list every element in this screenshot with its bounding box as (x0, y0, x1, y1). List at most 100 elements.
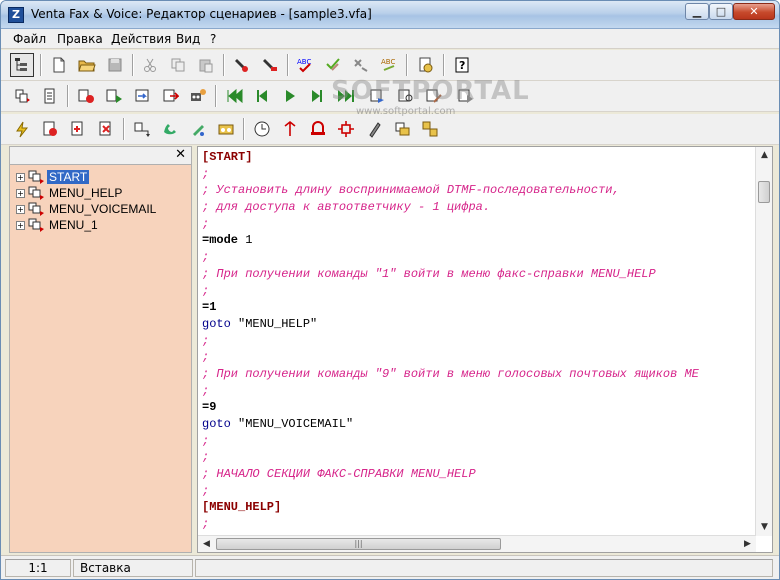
code-line[interactable]: =mode 1 (202, 232, 754, 249)
record-voice-button[interactable] (74, 84, 98, 108)
code-line[interactable]: goto "MENU_VOICEMAIL" (202, 416, 754, 433)
scroll-left-icon[interactable]: ◀ (198, 536, 215, 552)
command-delete-button[interactable] (94, 117, 118, 141)
code-line[interactable]: ; (202, 483, 754, 500)
vertical-scrollbar[interactable]: ▲ ▼ (755, 147, 772, 536)
erase-button[interactable] (258, 53, 282, 77)
command-branch-button[interactable] (278, 117, 302, 141)
script-editor[interactable]: [START]; ; Установить длину воспринимаемо… (197, 146, 773, 553)
scroll-up-icon[interactable]: ▲ (756, 147, 772, 164)
code-line[interactable]: ; (202, 216, 754, 233)
command-memo-button[interactable] (362, 117, 386, 141)
code-line[interactable]: ; (202, 249, 754, 266)
comment-text: ; (202, 433, 210, 448)
play-icon (286, 90, 295, 102)
menu-edit[interactable]: Правка (53, 31, 107, 47)
properties-button[interactable] (414, 53, 438, 77)
close-button[interactable]: ✕ (733, 3, 775, 20)
check-syntax-button[interactable] (321, 53, 345, 77)
horizontal-scrollbar[interactable]: ◀ ||| ▶ (198, 535, 756, 552)
code-line[interactable]: ; При получении команды "1" войти в меню… (202, 266, 754, 283)
command-add-button[interactable] (66, 117, 90, 141)
cursor-position: 1:1 (5, 559, 71, 577)
code-line[interactable]: ; (202, 349, 754, 366)
command-mailbox-group-button[interactable] (418, 117, 442, 141)
previous-button[interactable] (250, 84, 274, 108)
command-switch-button[interactable] (334, 117, 358, 141)
expand-icon[interactable]: + (16, 220, 25, 230)
open-file-button[interactable] (75, 53, 99, 77)
cut-button[interactable] (138, 53, 162, 77)
minimize-button[interactable]: ▁ (685, 3, 709, 20)
new-file-button[interactable] (47, 53, 71, 77)
vertical-scroll-thumb[interactable] (758, 181, 770, 203)
code-line[interactable]: =9 (202, 399, 754, 416)
expand-icon[interactable]: + (16, 188, 25, 198)
panel-close-icon[interactable]: ✕ (175, 147, 186, 162)
code-line[interactable]: ; (202, 283, 754, 300)
command-tape-button[interactable] (214, 117, 238, 141)
tree-item-start[interactable]: + START (16, 169, 90, 185)
command-loop-button[interactable] (306, 117, 330, 141)
menu-actions[interactable]: Действия (107, 31, 175, 47)
next-button[interactable] (306, 84, 330, 108)
code-line[interactable]: ; (202, 433, 754, 450)
command-phone-button[interactable] (158, 117, 182, 141)
pen-red-icon (235, 59, 248, 72)
code-line[interactable]: ; (202, 516, 754, 533)
play-voice-button[interactable] (102, 84, 126, 108)
copy-section-button[interactable] (10, 84, 34, 108)
scroll-down-icon[interactable]: ▼ (756, 519, 772, 536)
command-timer-button[interactable] (250, 117, 274, 141)
code-line[interactable]: ; При получении команды "9" войти в меню… (202, 366, 754, 383)
play-button[interactable] (278, 84, 302, 108)
command-record-button[interactable] (186, 117, 210, 141)
record-button[interactable] (230, 53, 254, 77)
arrow-wand-icon (354, 59, 368, 72)
compile-button[interactable]: ABC (377, 53, 401, 77)
title-bar[interactable]: Z Venta Fax & Voice: Редактор сценариев … (1, 1, 779, 29)
code-area[interactable]: [START]; ; Установить длину воспринимаемо… (202, 149, 754, 533)
code-line[interactable]: =1 (202, 299, 754, 316)
export-button[interactable] (158, 84, 182, 108)
copy-button[interactable] (166, 53, 190, 77)
code-line[interactable]: ; (202, 333, 754, 350)
paste-button[interactable] (194, 53, 218, 77)
command-mailbox-button[interactable] (390, 117, 414, 141)
code-line[interactable]: ; (202, 449, 754, 466)
save-button[interactable] (103, 53, 127, 77)
code-line[interactable]: ; (202, 166, 754, 183)
scroll-right-icon[interactable]: ▶ (739, 536, 756, 552)
import-button[interactable] (130, 84, 154, 108)
code-line[interactable]: ; НАЧАЛО СЕКЦИИ ФАКС-СПРАВКИ MENU_HELP (202, 466, 754, 483)
paste-section-button[interactable] (38, 84, 62, 108)
command-lightning-button[interactable] (10, 117, 34, 141)
code-line[interactable]: ; Установить длину воспринимаемой DTMF-п… (202, 182, 754, 199)
command-fax-button[interactable] (38, 117, 62, 141)
menu-help[interactable]: ? (206, 31, 220, 47)
person-tape-icon (191, 89, 206, 101)
voicemail-button[interactable] (186, 84, 210, 108)
code-line[interactable]: [START] (202, 149, 754, 166)
tree-item-menu-voicemail[interactable]: + MENU_VOICEMAIL (16, 201, 158, 217)
expand-icon[interactable]: + (16, 204, 25, 214)
code-line[interactable]: [MENU_HELP] (202, 499, 754, 516)
tree-view-toggle-button[interactable] (10, 53, 34, 77)
next-error-button[interactable] (349, 53, 373, 77)
menu-view[interactable]: Вид (172, 31, 204, 47)
expand-icon[interactable]: + (16, 172, 25, 182)
code-line[interactable]: ; (202, 383, 754, 400)
spell-check-button[interactable]: ABC (293, 53, 317, 77)
command-goto-button[interactable] (130, 117, 154, 141)
tree-item-menu-1[interactable]: + MENU_1 (16, 217, 100, 233)
tree-panel-header: ✕ (9, 146, 192, 165)
tape-icon (218, 124, 234, 135)
code-line[interactable]: ; для доступа к автоответчику - 1 цифра. (202, 199, 754, 216)
help-button[interactable]: ? (450, 53, 474, 77)
menu-file[interactable]: Файл (9, 31, 50, 47)
horizontal-scroll-thumb[interactable]: ||| (216, 538, 501, 550)
maximize-button[interactable]: □ (709, 3, 733, 20)
first-button[interactable] (222, 84, 246, 108)
code-line[interactable]: goto "MENU_HELP" (202, 316, 754, 333)
tree-item-menu-help[interactable]: + MENU_HELP (16, 185, 124, 201)
